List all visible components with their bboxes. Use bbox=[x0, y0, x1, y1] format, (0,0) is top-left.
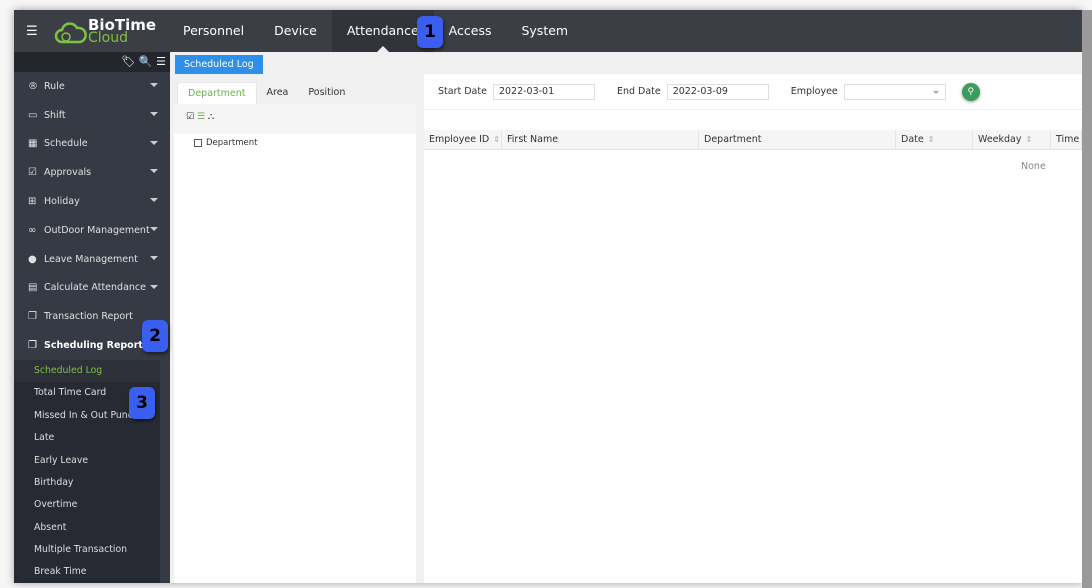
submenu-birthday[interactable]: Birthday bbox=[14, 472, 160, 494]
calendar-icon: ▭ bbox=[28, 109, 38, 121]
sidebar-item-outdoor[interactable]: ∞ OutDoor Management bbox=[14, 216, 170, 245]
check-all-icon[interactable]: ☑ bbox=[186, 112, 194, 122]
biotime-logo[interactable]: BioTime Cloud bbox=[54, 16, 156, 46]
table-header: Employee ID ⇕ First Name Department Date ⇕… bbox=[424, 130, 1082, 150]
tab-position[interactable]: Position bbox=[298, 82, 355, 104]
top-header: ☰ BioTime Cloud Personnel Device Attenda… bbox=[14, 10, 1082, 52]
tab-area[interactable]: Area bbox=[257, 82, 299, 104]
page-tabs: Scheduled Log bbox=[170, 52, 1082, 74]
caret-down-icon bbox=[150, 255, 158, 264]
search-icon: ⚲ bbox=[967, 86, 975, 97]
check-square-icon: ☑ bbox=[28, 167, 37, 179]
end-date-input[interactable]: 2022-03-09 bbox=[666, 83, 769, 100]
sort-icon: ⇕ bbox=[493, 135, 500, 144]
submenu-break-time[interactable]: Break Time bbox=[14, 561, 160, 583]
caret-down-icon bbox=[150, 83, 158, 91]
caret-down-icon bbox=[150, 169, 158, 177]
list-collapse-icon[interactable]: ☰ bbox=[156, 55, 166, 68]
sidebar-item-shift[interactable]: ▭ Shift bbox=[14, 101, 170, 130]
start-date-input[interactable]: 2022-03-01 bbox=[492, 83, 595, 100]
org-panel: Department Area Position ☑ ☰ ⛬ Departmen… bbox=[174, 74, 416, 583]
callout-3: 3 bbox=[129, 387, 155, 419]
search-button[interactable]: ⚲ bbox=[961, 82, 980, 101]
tab-scheduled-log[interactable]: Scheduled Log bbox=[175, 55, 263, 74]
col-weekday[interactable]: Weekday ⇕ bbox=[973, 130, 1051, 149]
submenu-late[interactable]: Late bbox=[14, 427, 160, 449]
cloud-logo-icon bbox=[54, 22, 87, 44]
user-circle-icon: ● bbox=[28, 253, 37, 265]
sidebar-item-holiday[interactable]: ⊞ Holiday bbox=[14, 187, 170, 216]
empty-message: None bbox=[1021, 161, 1046, 172]
nav-system[interactable]: System bbox=[506, 10, 583, 52]
caret-down-icon bbox=[150, 111, 158, 120]
tab-department[interactable]: Department bbox=[177, 82, 257, 104]
sidebar-toolbar: 🏷 🔍 ☰ bbox=[14, 52, 170, 72]
caret-down-icon bbox=[150, 140, 158, 149]
col-department[interactable]: Department bbox=[699, 130, 896, 149]
sidebar-item-schedule[interactable]: ▦ Schedule bbox=[14, 130, 170, 159]
calculator-icon: ▤ bbox=[28, 282, 38, 294]
col-time[interactable]: Time bbox=[1051, 130, 1082, 149]
caret-down-icon bbox=[150, 198, 158, 206]
callout-2: 2 bbox=[142, 320, 168, 352]
submenu-overtime[interactable]: Overtime bbox=[14, 494, 160, 516]
submenu-multiple-transaction[interactable]: Multiple Transaction bbox=[14, 539, 160, 561]
window-edge bbox=[1082, 10, 1092, 588]
list-icon[interactable]: ☰ bbox=[197, 112, 205, 122]
search-icon[interactable]: 🔍 bbox=[139, 55, 153, 68]
calendar-grid-icon: ▦ bbox=[28, 138, 38, 150]
calendar-plus-icon: ⊞ bbox=[28, 196, 37, 208]
sidebar-item-calculate[interactable]: ▤ Calculate Attendance bbox=[14, 274, 170, 303]
sidebar-item-leave[interactable]: ● Leave Management bbox=[14, 245, 170, 274]
callout-1: 1 bbox=[417, 16, 443, 48]
app-window: ☰ BioTime Cloud Personnel Device Attenda… bbox=[14, 10, 1082, 583]
tag-icon[interactable]: 🏷 bbox=[121, 55, 135, 68]
sort-icon: ⇕ bbox=[1025, 135, 1033, 144]
nav-device[interactable]: Device bbox=[259, 10, 332, 52]
col-employee-id[interactable]: Employee ID ⇕ bbox=[424, 130, 502, 149]
sort-icon: ⇕ bbox=[927, 135, 935, 144]
employee-select[interactable] bbox=[843, 83, 946, 100]
main-nav: Personnel Device Attendance Access Syste… bbox=[168, 10, 583, 52]
sidebar-item-approvals[interactable]: ☑ Approvals bbox=[14, 158, 170, 187]
department-checkbox[interactable] bbox=[194, 138, 202, 147]
nav-personnel[interactable]: Personnel bbox=[168, 10, 259, 52]
registered-icon: ® bbox=[28, 80, 38, 92]
copy-icon: ❐ bbox=[28, 340, 37, 352]
sidebar-item-rule[interactable]: ® Rule bbox=[14, 72, 170, 101]
report-panel: Start Date 2022-03-01 End Date 2022-03-0… bbox=[424, 74, 1082, 583]
col-first-name[interactable]: First Name bbox=[502, 130, 699, 149]
menu-toggle-icon[interactable]: ☰ bbox=[26, 24, 38, 39]
copy-icon: ❐ bbox=[28, 311, 37, 323]
nav-access[interactable]: Access bbox=[434, 10, 507, 52]
hierarchy-icon[interactable]: ⛬ bbox=[208, 112, 214, 122]
submenu-absent[interactable]: Absent bbox=[14, 517, 160, 539]
bicycle-icon: ∞ bbox=[28, 224, 37, 236]
caret-down-icon bbox=[150, 284, 158, 293]
tree-node-department[interactable]: Department bbox=[206, 138, 257, 148]
col-date[interactable]: Date ⇕ bbox=[896, 130, 973, 149]
submenu-scheduled-log[interactable]: Scheduled Log bbox=[14, 359, 160, 383]
submenu-early-leave[interactable]: Early Leave bbox=[14, 450, 160, 472]
caret-down-icon bbox=[150, 226, 158, 235]
